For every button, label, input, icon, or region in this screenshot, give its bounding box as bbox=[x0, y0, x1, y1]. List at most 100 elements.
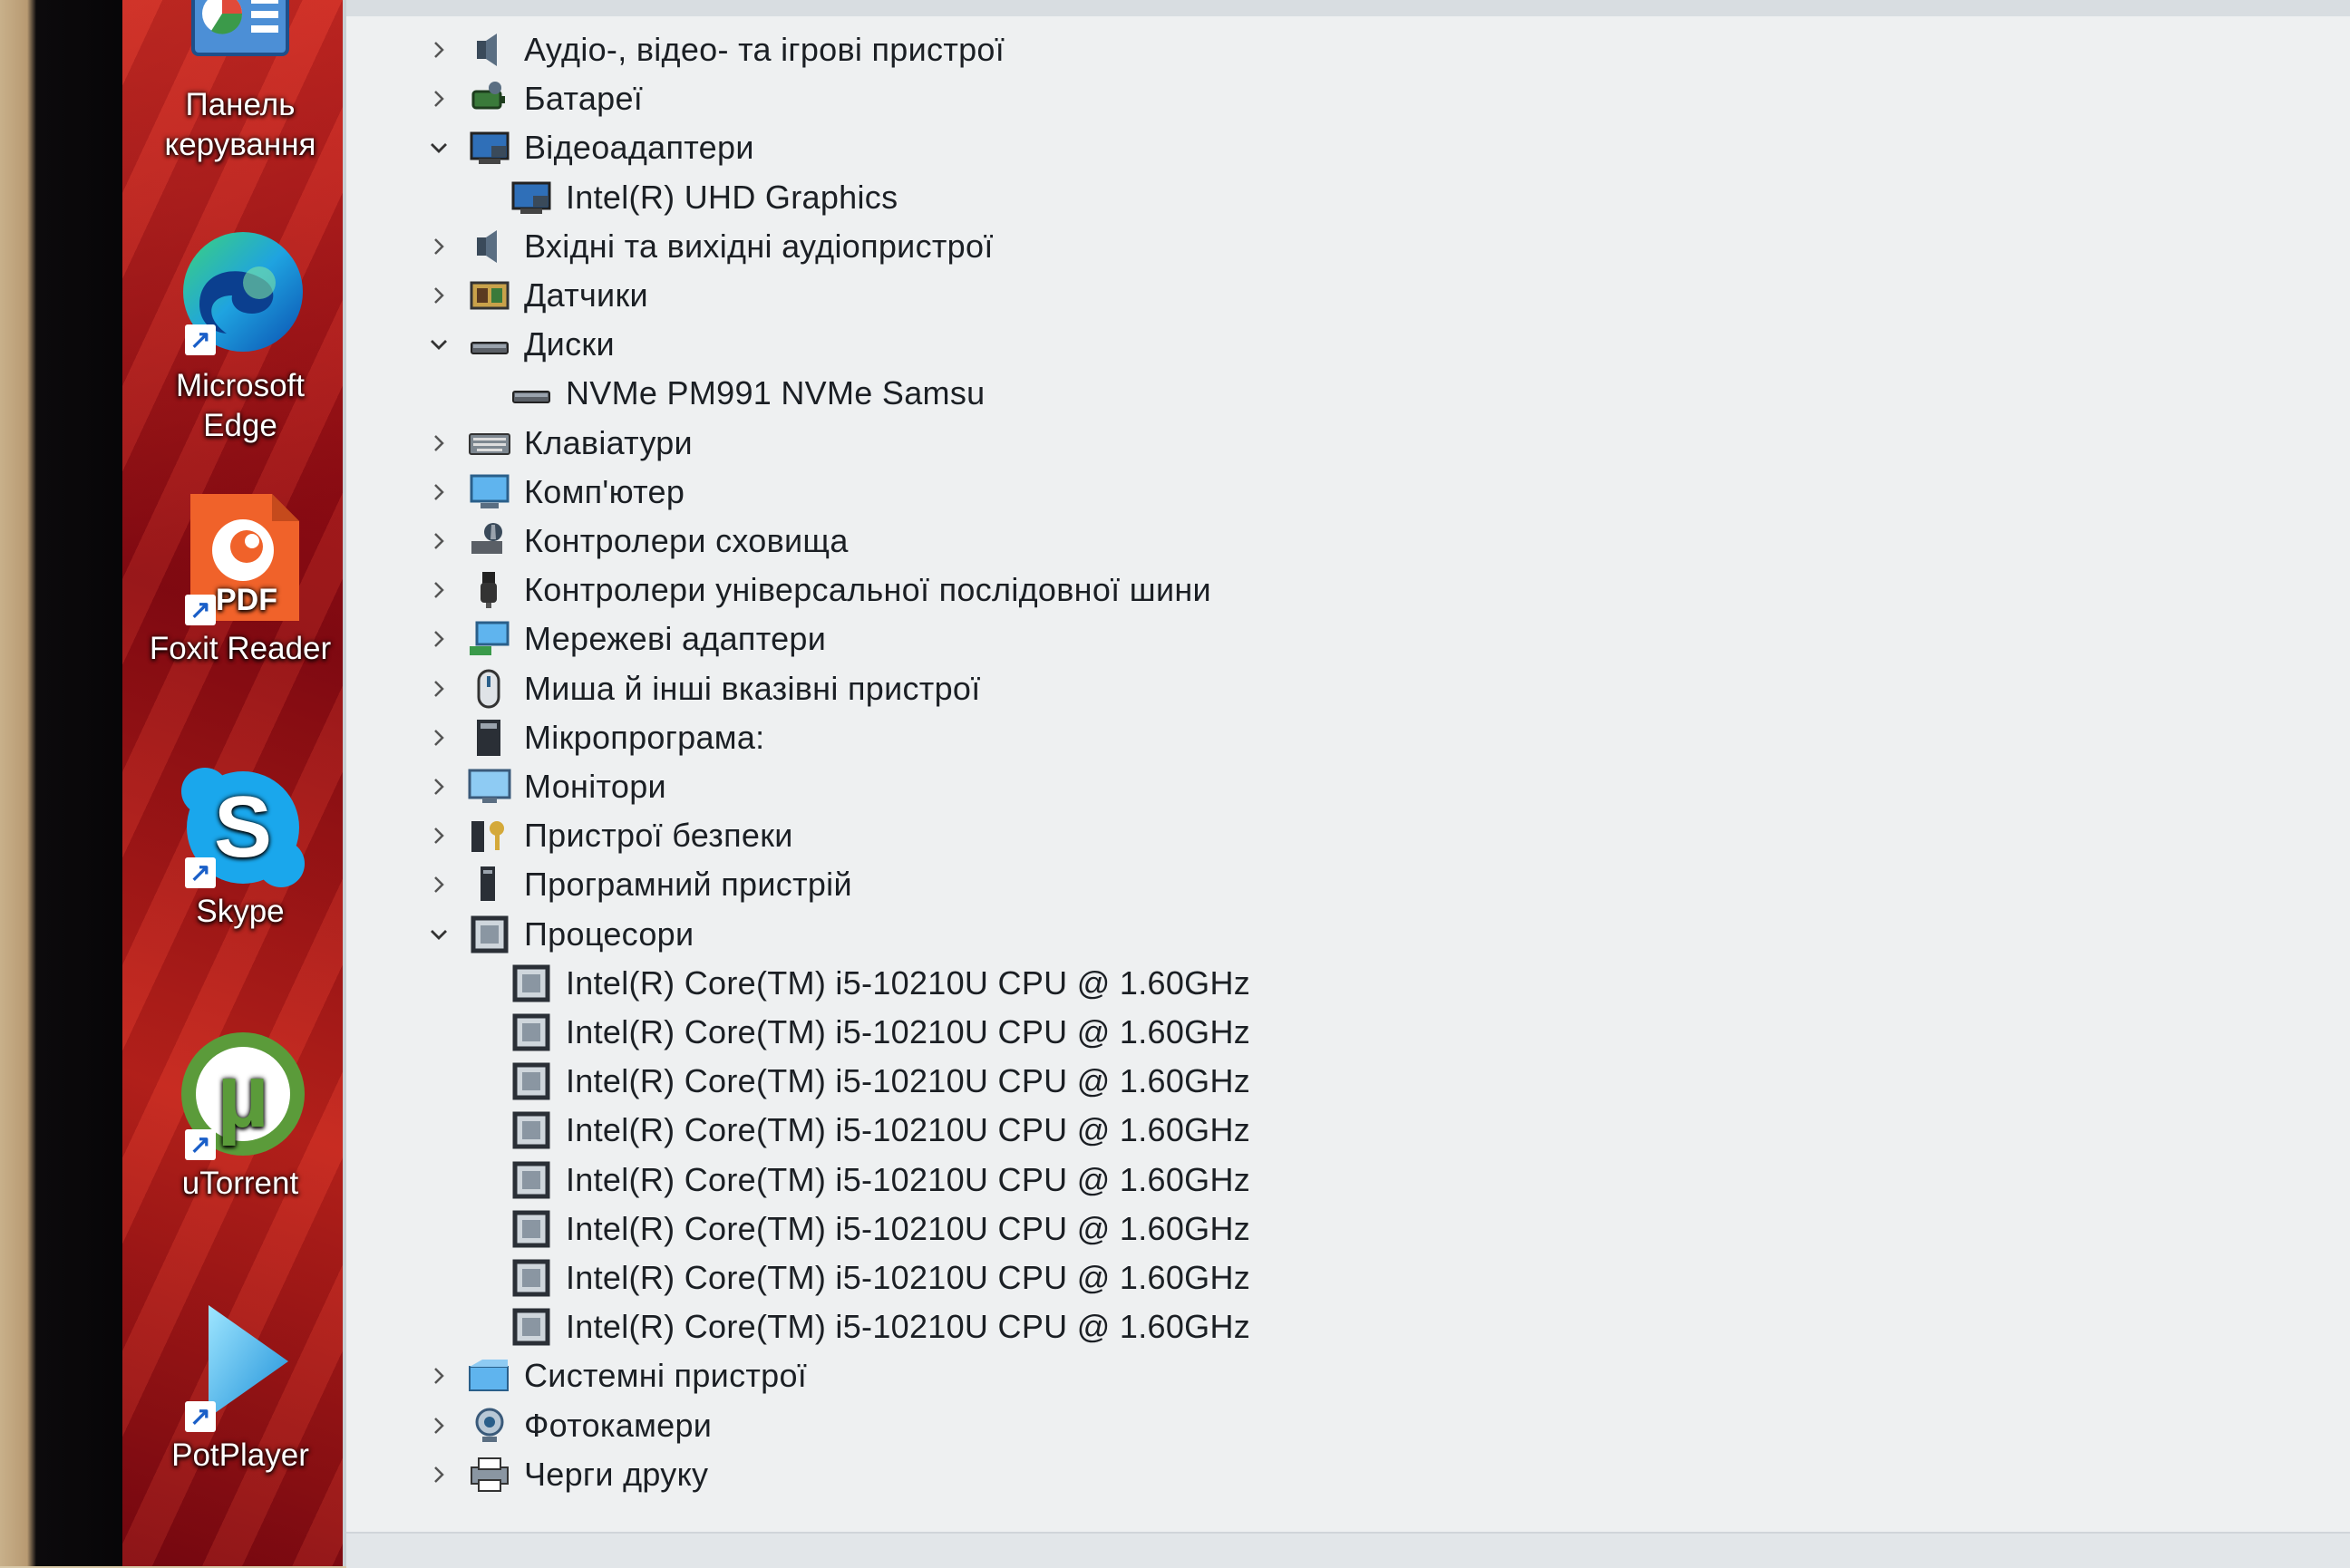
tree-device-label: Intel(R) UHD Graphics bbox=[566, 179, 898, 216]
tree-device-item[interactable]: Intel(R) Core(TM) i5-10210U CPU @ 1.60GH… bbox=[510, 1106, 1250, 1155]
shortcut-label: uTorrent bbox=[181, 1166, 299, 1201]
shortcut-arrow-icon: ↗ bbox=[185, 1401, 216, 1432]
tree-device-item[interactable]: Intel(R) Core(TM) i5-10210U CPU @ 1.60GH… bbox=[510, 1156, 1250, 1205]
camera-icon bbox=[468, 1406, 511, 1446]
chevron-right-icon[interactable] bbox=[421, 425, 457, 461]
control-panel-icon bbox=[172, 0, 308, 82]
pdf-badge: PDF bbox=[216, 583, 277, 617]
tree-category-disk-drive[interactable]: Диски bbox=[421, 320, 615, 369]
tree-category-usb[interactable]: Контролери універсальної послідовної шин… bbox=[421, 566, 1211, 615]
chevron-right-icon[interactable] bbox=[421, 1408, 457, 1444]
chevron-down-icon[interactable] bbox=[421, 916, 457, 953]
firmware-icon bbox=[468, 718, 511, 758]
chevron-right-icon[interactable] bbox=[421, 277, 457, 314]
speaker-icon bbox=[468, 227, 511, 266]
chevron-right-icon[interactable] bbox=[421, 228, 457, 265]
tree-device-label: Intel(R) Core(TM) i5-10210U CPU @ 1.60GH… bbox=[566, 1013, 1251, 1050]
tree-category-monitor[interactable]: Монітори bbox=[421, 762, 666, 811]
chevron-right-icon[interactable] bbox=[421, 769, 457, 805]
chevron-right-icon[interactable] bbox=[421, 32, 457, 68]
tree-device-item[interactable]: Intel(R) Core(TM) i5-10210U CPU @ 1.60GH… bbox=[510, 1057, 1250, 1106]
tree-device-label: Intel(R) Core(TM) i5-10210U CPU @ 1.60GH… bbox=[566, 964, 1251, 1002]
tree-device-item[interactable]: Intel(R) UHD Graphics bbox=[510, 173, 898, 222]
chevron-right-icon[interactable] bbox=[421, 81, 457, 117]
chevron-right-icon[interactable] bbox=[421, 523, 457, 559]
tree-device-label: Intel(R) Core(TM) i5-10210U CPU @ 1.60GH… bbox=[566, 1111, 1251, 1148]
tree-category-firmware[interactable]: Мікропрограма: bbox=[421, 713, 764, 762]
tree-device-item[interactable]: Intel(R) Core(TM) i5-10210U CPU @ 1.60GH… bbox=[510, 1302, 1250, 1351]
tree-category-system-device[interactable]: Системні пристрої bbox=[421, 1351, 807, 1400]
tree-category-sensor[interactable]: Датчики bbox=[421, 271, 648, 320]
chevron-down-icon[interactable] bbox=[421, 326, 457, 363]
window-status-bar bbox=[346, 1532, 2350, 1568]
chevron-right-icon[interactable] bbox=[421, 1457, 457, 1493]
storage-controller-icon bbox=[468, 521, 511, 561]
chevron-right-icon[interactable] bbox=[421, 671, 457, 707]
tree-category-storage-controller[interactable]: Контролери сховища bbox=[421, 517, 849, 566]
keyboard-icon bbox=[468, 423, 511, 463]
svg-text:µ: µ bbox=[217, 1045, 269, 1147]
chevron-right-icon[interactable] bbox=[421, 474, 457, 510]
tree-category-keyboard[interactable]: Клавіатури bbox=[421, 419, 693, 468]
desktop-shortcut-control-panel[interactable]: Панель керування bbox=[122, 0, 358, 165]
tree-category-label: Датчики bbox=[524, 276, 648, 314]
security-device-icon bbox=[468, 816, 511, 856]
tree-device-item[interactable]: NVMe PM991 NVMe Samsu bbox=[510, 369, 985, 418]
shortcut-arrow-icon: ↗ bbox=[185, 1129, 216, 1160]
tree-category-display-adapter[interactable]: Відеоадаптери bbox=[421, 123, 754, 172]
tree-category-mouse[interactable]: Миша й інші вказівні пристрої bbox=[421, 664, 981, 713]
tree-device-label: Intel(R) Core(TM) i5-10210U CPU @ 1.60GH… bbox=[566, 1308, 1251, 1345]
tree-device-item[interactable]: Intel(R) Core(TM) i5-10210U CPU @ 1.60GH… bbox=[510, 1205, 1250, 1253]
potplayer-icon: ↗ bbox=[172, 1296, 308, 1432]
chevron-right-icon[interactable] bbox=[421, 720, 457, 756]
tree-category-network-adapter[interactable]: Мережеві адаптери bbox=[421, 615, 826, 663]
sensor-icon bbox=[468, 276, 511, 315]
monitor-bezel bbox=[0, 0, 136, 1566]
tree-category-security-device[interactable]: Пристрої безпеки bbox=[421, 811, 793, 860]
tree-category-printer[interactable]: Черги друку bbox=[421, 1450, 708, 1499]
tree-device-item[interactable]: Intel(R) Core(TM) i5-10210U CPU @ 1.60GH… bbox=[510, 1008, 1250, 1057]
desktop-wallpaper: Панель керування ↗ Microsoft Edge PDF ↗ … bbox=[122, 0, 358, 1566]
chevron-right-icon[interactable] bbox=[421, 572, 457, 608]
shortcut-label: Microsoft bbox=[176, 368, 305, 403]
tree-device-item[interactable]: Intel(R) Core(TM) i5-10210U CPU @ 1.60GH… bbox=[510, 1253, 1250, 1302]
tree-device-label: Intel(R) Core(TM) i5-10210U CPU @ 1.60GH… bbox=[566, 1161, 1251, 1198]
tree-category-software-device[interactable]: Програмний пристрій bbox=[421, 860, 852, 909]
shortcut-arrow-icon: ↗ bbox=[185, 595, 216, 625]
tree-device-item[interactable]: Intel(R) Core(TM) i5-10210U CPU @ 1.60GH… bbox=[510, 959, 1250, 1008]
usb-icon bbox=[468, 570, 511, 610]
network-adapter-icon bbox=[468, 619, 511, 659]
tree-category-computer[interactable]: Комп'ютер bbox=[421, 468, 685, 517]
tree-category-label: Пристрої безпеки bbox=[524, 817, 793, 854]
chevron-right-icon[interactable] bbox=[421, 1358, 457, 1394]
display-adapter-icon bbox=[510, 178, 553, 218]
chevron-right-icon[interactable] bbox=[421, 621, 457, 657]
chevron-right-icon[interactable] bbox=[421, 818, 457, 854]
tree-category-label: Батареї bbox=[524, 80, 644, 117]
tree-category-processor[interactable]: Процесори bbox=[421, 910, 694, 959]
processor-icon bbox=[510, 1258, 553, 1298]
tree-category-camera[interactable]: Фотокамери bbox=[421, 1401, 712, 1450]
desktop-shortcut-skype[interactable]: S ↗ Skype bbox=[122, 766, 358, 932]
desktop-shortcut-edge[interactable]: ↗ Microsoft Edge bbox=[122, 227, 358, 446]
shortcut-label: Edge bbox=[203, 408, 277, 443]
chevron-right-icon[interactable] bbox=[421, 866, 457, 903]
tree-category-speaker[interactable]: Аудіо-, відео- та ігрові пристрої bbox=[421, 25, 1005, 74]
tree-category-label: Контролери сховища bbox=[524, 522, 849, 559]
desktop-shortcut-utorrent[interactable]: µ ↗ uTorrent bbox=[122, 1029, 358, 1204]
tree-category-speaker[interactable]: Вхідні та вихідні аудіопристрої bbox=[421, 222, 994, 271]
tree-device-label: NVMe PM991 NVMe Samsu bbox=[566, 374, 986, 411]
tree-device-label: Intel(R) Core(TM) i5-10210U CPU @ 1.60GH… bbox=[566, 1210, 1251, 1247]
shortcut-label: PotPlayer bbox=[171, 1437, 309, 1473]
desktop-shortcut-foxit-reader[interactable]: PDF ↗ Foxit Reader bbox=[122, 494, 358, 669]
chevron-down-icon[interactable] bbox=[421, 130, 457, 166]
window-top-border bbox=[346, 0, 2350, 16]
speaker-icon bbox=[468, 30, 511, 70]
tree-category-label: Контролери універсальної послідовної шин… bbox=[524, 571, 1211, 608]
monitor-icon bbox=[468, 767, 511, 807]
processor-icon bbox=[468, 915, 511, 954]
tree-category-battery[interactable]: Батареї bbox=[421, 74, 643, 123]
desktop-shortcut-potplayer[interactable]: ↗ PotPlayer bbox=[122, 1296, 358, 1476]
tree-category-label: Відеоадаптери bbox=[524, 129, 754, 166]
display-adapter-icon bbox=[468, 128, 511, 168]
